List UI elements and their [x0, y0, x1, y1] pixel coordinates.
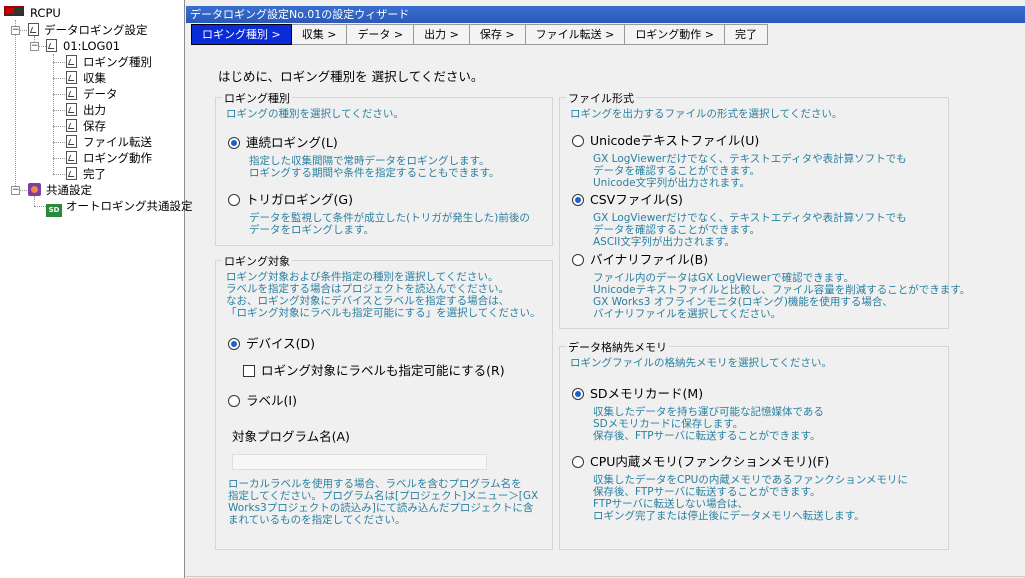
document-icon	[46, 39, 57, 52]
sd-memory-card-radio[interactable]: SDメモリカード(M)	[572, 386, 703, 402]
expand-toggle-icon[interactable]: −	[11, 186, 20, 195]
label-radio[interactable]: ラベル(I)	[228, 393, 297, 409]
document-icon	[66, 167, 77, 180]
group-description: ロギングファイルの格納先メモリを選択してください。	[570, 357, 832, 369]
tab-save[interactable]: 保存 >	[469, 24, 526, 45]
document-icon	[28, 23, 39, 36]
radio-selected-icon	[228, 338, 240, 350]
group-title: ロギング種別	[222, 90, 292, 106]
document-icon	[66, 151, 77, 164]
tab-logging-type[interactable]: ロギング種別 >	[191, 24, 292, 45]
continuous-description: 指定した収集間隔で常時データをロギングします。 ロギングする期間や条件を指定する…	[249, 155, 500, 179]
group-description: ロギングの種別を選択してください。	[226, 108, 404, 120]
tree-item-file-transfer[interactable]: ファイル転送	[66, 134, 152, 150]
document-icon	[66, 71, 77, 84]
csv-description: GX LogViewerだけでなく、テキストエディタや表計算ソフトでも データを…	[593, 212, 907, 248]
wizard-window: データロギング設定No.01の設定ウィザード ロギング種別 > 収集 > データ…	[186, 0, 1025, 578]
cpu-description: 収集したデータをCPUの内蔵メモリであるファンクションメモリに 保存後、FTPサ…	[593, 474, 908, 522]
radio-selected-icon	[572, 388, 584, 400]
document-icon	[66, 103, 77, 116]
cpu-icon	[4, 6, 24, 16]
wizard-tabs: ロギング種別 > 収集 > データ > 出力 > 保存 > ファイル転送 > ロ…	[191, 24, 769, 45]
common-settings-icon	[28, 183, 41, 196]
binary-description: ファイル内のデータはGX LogViewerで確認できます。 Unicodeテキ…	[593, 272, 971, 320]
trigger-description: データを監視して条件が成立した(トリガが発生した)前後の データをロギングします…	[249, 212, 530, 236]
radio-icon	[228, 395, 240, 407]
bottom-border	[186, 576, 1025, 577]
radio-selected-icon	[228, 137, 240, 149]
tree-node-common-settings[interactable]: 共通設定	[28, 182, 92, 198]
radio-icon	[572, 254, 584, 266]
checkbox-icon	[243, 365, 255, 377]
csv-file-radio[interactable]: CSVファイル(S)	[572, 192, 683, 208]
group-title: ロギング対象	[222, 253, 292, 269]
group-description: ロギング対象および条件指定の種別を選択してください。 ラベルを指定する場合はプロ…	[226, 271, 541, 319]
program-description: ローカルラベルを使用する場合、ラベルを含むプログラム名を 指定してください。プロ…	[228, 478, 539, 526]
logging-type-group: ロギング種別 ロギングの種別を選択してください。 連続ロギング(L) 指定した収…	[215, 90, 553, 246]
tree-item-save[interactable]: 保存	[66, 118, 106, 134]
radio-icon	[572, 456, 584, 468]
tab-collection[interactable]: 収集 >	[291, 24, 348, 45]
unicode-description: GX LogViewerだけでなく、テキストエディタや表計算ソフトでも データを…	[593, 153, 907, 189]
expand-toggle-icon[interactable]: −	[11, 26, 20, 35]
tree-item-data[interactable]: データ	[66, 86, 118, 102]
unicode-text-radio[interactable]: Unicodeテキストファイル(U)	[572, 133, 759, 149]
storage-memory-group: データ格納先メモリ ロギングファイルの格納先メモリを選択してください。 SDメモ…	[559, 339, 949, 550]
tree-node-rcpu[interactable]: RCPU	[4, 5, 61, 21]
document-icon	[66, 87, 77, 100]
tree-item-logging-operation[interactable]: ロギング動作	[66, 150, 152, 166]
tab-logging-operation[interactable]: ロギング動作 >	[625, 24, 726, 45]
tree-item-collection[interactable]: 収集	[66, 70, 106, 86]
tree-node-auto-logging-common[interactable]: SD オートロギング共通設定	[46, 198, 193, 217]
also-label-checkbox[interactable]: ロギング対象にラベルも指定可能にする(R)	[243, 363, 505, 379]
group-title: データ格納先メモリ	[566, 339, 669, 355]
tree-item-complete[interactable]: 完了	[66, 166, 106, 182]
document-icon	[66, 135, 77, 148]
intro-text: はじめに、ロギング種別を 選択してください。	[218, 69, 484, 84]
expand-toggle-icon[interactable]: −	[30, 42, 39, 51]
wizard-title: データロギング設定No.01の設定ウィザード	[186, 6, 1025, 23]
group-title: ファイル形式	[566, 90, 636, 106]
trigger-logging-radio[interactable]: トリガロギング(G)	[228, 192, 353, 208]
cpu-memory-radio[interactable]: CPU内蔵メモリ(ファンクションメモリ)(F)	[572, 454, 829, 470]
tree-item-output[interactable]: 出力	[66, 102, 106, 118]
tab-output[interactable]: 出力 >	[414, 24, 470, 45]
project-tree: RCPU − データロギング設定 − 01:LOG01 ロギング種別 収集 デー…	[0, 0, 193, 578]
radio-icon	[228, 194, 240, 206]
tab-data[interactable]: データ >	[347, 24, 415, 45]
tab-file-transfer[interactable]: ファイル転送 >	[525, 24, 626, 45]
program-name-label: 対象プログラム名(A)	[232, 429, 350, 444]
continuous-logging-radio[interactable]: 連続ロギング(L)	[228, 135, 338, 151]
sd-description: 収集したデータを持ち運び可能な記憶媒体である SDメモリカードに保存します。 保…	[593, 406, 824, 442]
sd-card-icon: SD	[46, 204, 62, 217]
tab-complete[interactable]: 完了	[725, 24, 769, 45]
document-icon	[66, 55, 77, 68]
file-format-group: ファイル形式 ロギングを出力するファイルの形式を選択してください。 Unicod…	[559, 90, 970, 329]
logging-target-group: ロギング対象 ロギング対象および条件指定の種別を選択してください。 ラベルを指定…	[215, 253, 553, 550]
document-icon	[66, 119, 77, 132]
tree-node-log01[interactable]: 01:LOG01	[46, 38, 120, 54]
binary-file-radio[interactable]: バイナリファイル(B)	[572, 252, 708, 268]
tree-node-logging-settings[interactable]: データロギング設定	[28, 22, 148, 38]
tree-item-logging-type[interactable]: ロギング種別	[66, 54, 152, 70]
radio-selected-icon	[572, 194, 584, 206]
program-name-input[interactable]	[232, 454, 487, 470]
group-description: ロギングを出力するファイルの形式を選択してください。	[570, 108, 843, 120]
device-radio[interactable]: デバイス(D)	[228, 336, 315, 352]
radio-icon	[572, 135, 584, 147]
